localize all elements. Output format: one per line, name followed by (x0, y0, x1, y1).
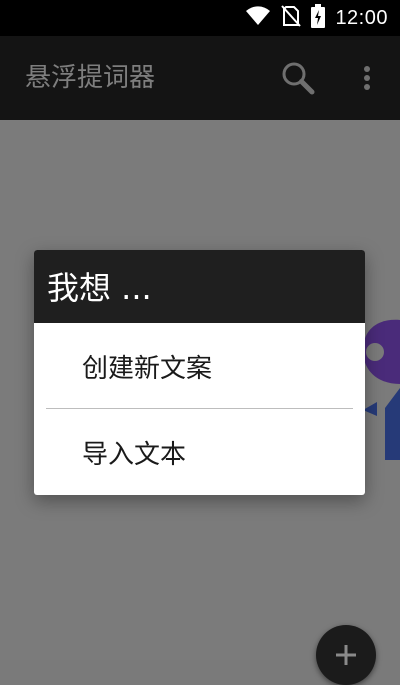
dialog-title: 我想 ... (47, 269, 152, 307)
status-bar: 12:00 (0, 0, 400, 36)
option-label: 创建新文案 (82, 353, 213, 384)
search-icon (280, 60, 316, 100)
action-dialog: 我想 ... 创建新文案 导入文本 (34, 250, 365, 495)
add-button[interactable] (316, 625, 376, 685)
app-bar: 悬浮提词器 (0, 36, 400, 120)
app-title: 悬浮提词器 (25, 63, 156, 93)
more-vert-icon (363, 65, 371, 95)
search-button[interactable] (278, 60, 318, 100)
status-icons: 12:00 (245, 0, 388, 36)
dialog-header: 我想 ... (34, 250, 365, 323)
status-time: 12:00 (335, 6, 388, 29)
battery-charging-icon (311, 4, 326, 32)
more-options-button[interactable] (356, 60, 378, 100)
add-icon (333, 625, 359, 672)
option-create-new-script[interactable]: 创建新文案 (34, 323, 365, 409)
no-sim-icon (281, 5, 302, 31)
wifi-icon (245, 5, 271, 31)
option-import-text[interactable]: 导入文本 (34, 409, 365, 495)
option-label: 导入文本 (82, 439, 187, 470)
